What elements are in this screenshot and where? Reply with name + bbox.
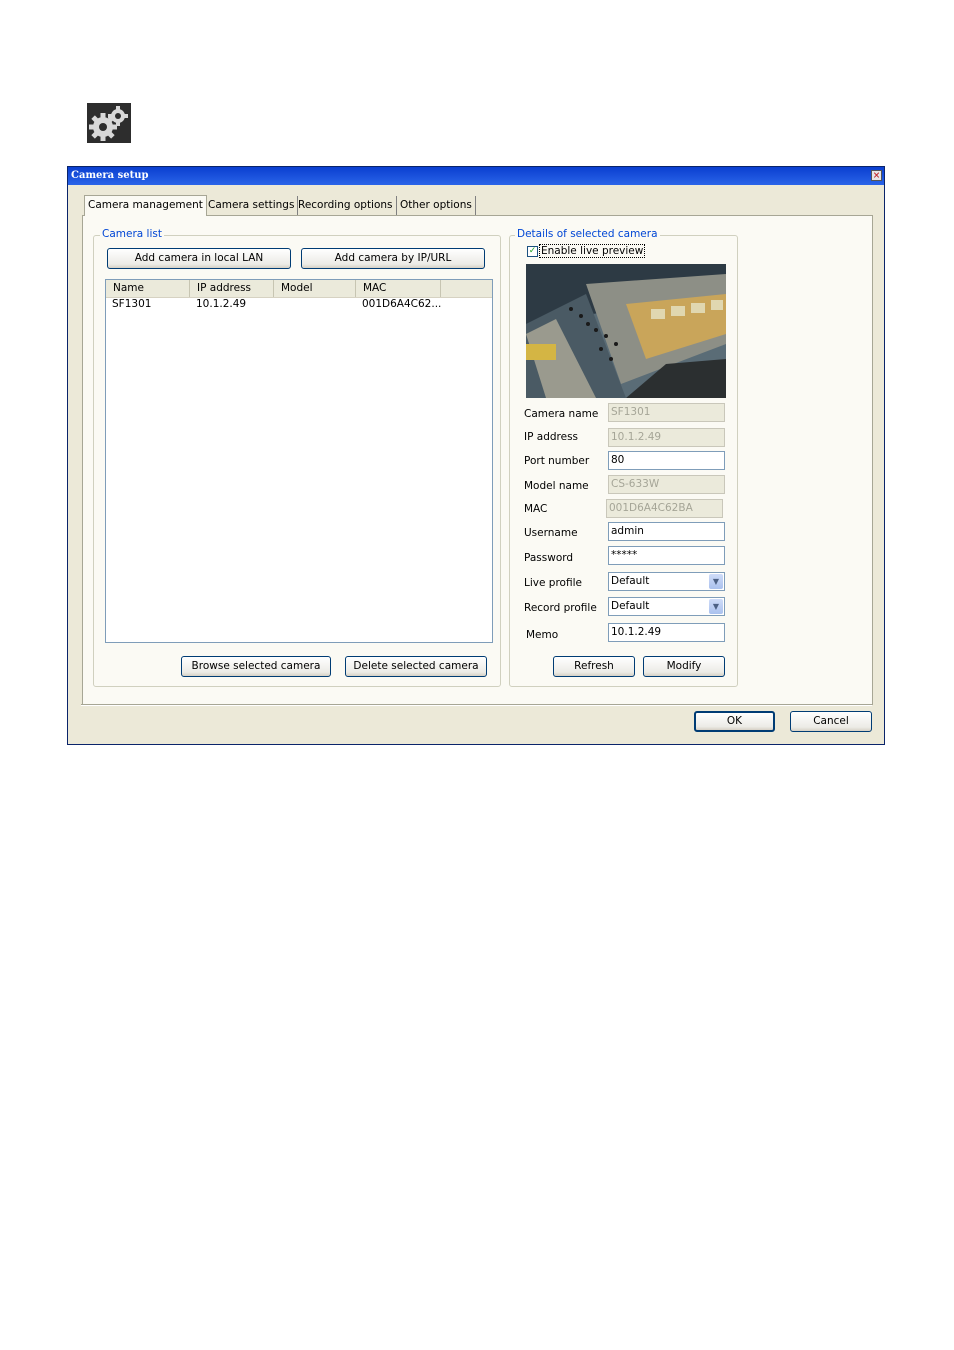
enable-preview-checkbox[interactable]: ✓ <box>527 246 538 257</box>
separator <box>81 704 872 706</box>
chevron-down-icon[interactable]: ▼ <box>709 599 723 614</box>
live-profile-label: Live profile <box>524 577 582 589</box>
add-camera-ip-button[interactable]: Add camera by IP/URL <box>301 248 485 269</box>
username-label: Username <box>524 527 578 539</box>
ok-button[interactable]: OK <box>694 711 775 732</box>
camera-list-table[interactable]: Name IP address Model MAC SF1301 10.1.2.… <box>105 279 493 643</box>
add-camera-lan-button[interactable]: Add camera in local LAN <box>107 248 291 269</box>
memo-field[interactable]: 10.1.2.49 <box>608 623 725 642</box>
table-row[interactable]: SF1301 10.1.2.49 001D6A4C62... <box>106 297 492 311</box>
model-name-field: CS-633W <box>608 475 725 494</box>
tab-camera-settings[interactable]: Camera settings <box>205 196 299 215</box>
chevron-down-icon[interactable]: ▼ <box>709 574 723 589</box>
tab-recording-options[interactable]: Recording options <box>295 196 397 215</box>
modify-button[interactable]: Modify <box>643 656 725 677</box>
camera-name-label: Camera name <box>524 408 599 420</box>
mac-field: 001D6A4C62BA <box>606 499 723 518</box>
delete-camera-button[interactable]: Delete selected camera <box>345 656 487 677</box>
dialog-title: Camera setup <box>71 170 149 181</box>
mac-label: MAC <box>524 503 548 515</box>
password-label: Password <box>524 552 574 564</box>
cell-ip: 10.1.2.49 <box>196 298 247 310</box>
details-legend: Details of selected camera <box>515 228 660 240</box>
port-number-label: Port number <box>524 455 590 467</box>
username-field[interactable]: admin <box>608 522 725 541</box>
tab-camera-management[interactable]: Camera management <box>84 195 207 216</box>
enable-preview-label[interactable]: Enable live preview <box>539 244 646 258</box>
live-profile-value: Default <box>611 575 650 587</box>
column-header-mac[interactable]: MAC <box>356 280 441 297</box>
column-header-name[interactable]: Name <box>106 280 190 297</box>
ip-address-label: IP address <box>524 431 579 443</box>
camera-list-legend: Camera list <box>100 228 164 240</box>
cancel-button[interactable]: Cancel <box>790 711 872 732</box>
gears-icon <box>87 103 131 143</box>
record-profile-value: Default <box>611 600 650 612</box>
model-name-label: Model name <box>524 480 589 492</box>
cell-mac: 001D6A4C62... <box>362 298 442 310</box>
browse-camera-button[interactable]: Browse selected camera <box>181 656 331 677</box>
record-profile-label: Record profile <box>524 602 597 614</box>
memo-label: Memo <box>526 629 559 641</box>
close-button[interactable]: × <box>871 170 882 181</box>
ip-address-field: 10.1.2.49 <box>608 428 725 447</box>
column-header-ip[interactable]: IP address <box>190 280 274 297</box>
password-field[interactable]: ***** <box>608 546 725 565</box>
tab-other-options[interactable]: Other options <box>397 196 476 215</box>
refresh-button[interactable]: Refresh <box>553 656 635 677</box>
record-profile-select[interactable]: Default ▼ <box>608 597 725 616</box>
live-preview-image <box>526 264 726 398</box>
camera-name-field: SF1301 <box>608 403 725 422</box>
live-profile-select[interactable]: Default ▼ <box>608 572 725 591</box>
port-number-field[interactable]: 80 <box>608 451 725 470</box>
title-bar[interactable]: Camera setup × <box>68 167 884 185</box>
cell-name: SF1301 <box>112 298 152 310</box>
column-header-model[interactable]: Model <box>274 280 356 297</box>
